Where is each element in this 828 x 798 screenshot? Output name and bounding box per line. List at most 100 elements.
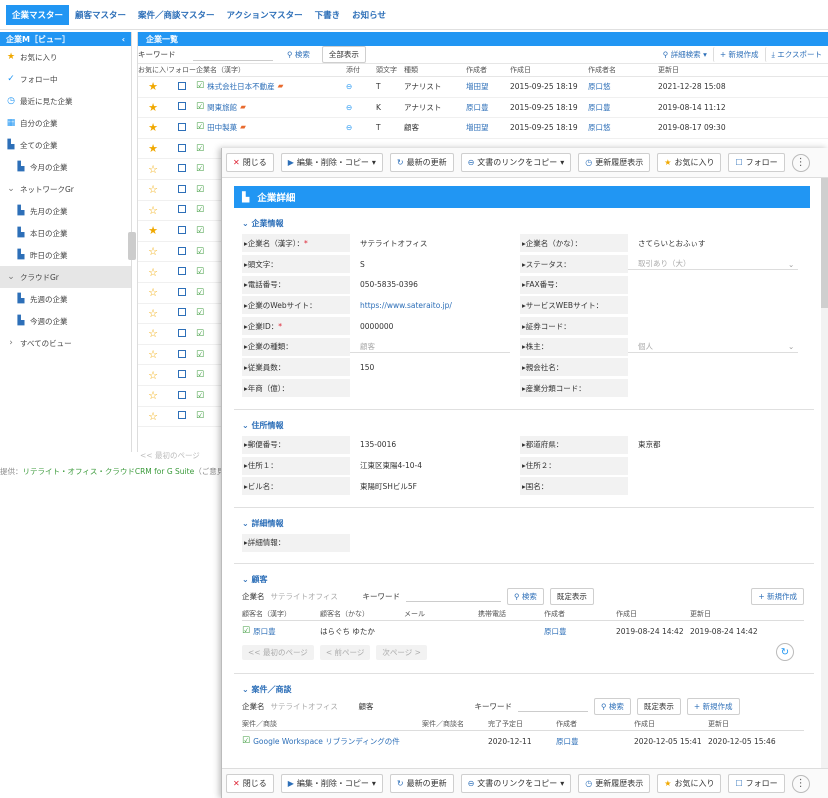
sidebar-item-10[interactable]: ⌄ クラウドGr — [0, 266, 131, 288]
edit-icon[interactable]: ☑ — [196, 391, 204, 401]
edit-icon[interactable]: ☑ — [196, 370, 204, 380]
sidebar-item-4[interactable]: ▙ 全ての企業 — [0, 134, 131, 156]
column-header[interactable]: 頭文字 — [376, 65, 404, 75]
edit-icon[interactable]: ☑ — [196, 308, 204, 318]
star-filled-icon[interactable]: ★ — [138, 224, 168, 237]
panel-resize-handle[interactable] — [128, 232, 136, 260]
column-header[interactable]: 作成者 — [544, 609, 616, 619]
nav-tab-0[interactable]: 企業マスター — [6, 4, 70, 25]
section-address-info[interactable]: ⌄ 住所情報 — [242, 420, 822, 431]
company-name-link[interactable]: 田中製菓 — [207, 122, 237, 133]
edit-icon[interactable]: ☑ — [196, 164, 204, 174]
star-empty-icon[interactable]: ☆ — [138, 245, 168, 258]
edit-button[interactable]: ▶ 編集・削除・コピー ▾ — [280, 153, 383, 172]
follow-checkbox[interactable] — [178, 225, 186, 234]
creator-name-link[interactable]: 原口悠 — [588, 122, 658, 133]
close-button[interactable]: ✕ 閉じる — [226, 153, 274, 172]
creator-link[interactable]: 原口豊 — [544, 626, 616, 637]
column-header[interactable]: 添付 — [346, 65, 376, 75]
edit-button[interactable]: ▶ 編集・削除・コピー ▾ — [280, 774, 383, 793]
nav-tab-5[interactable]: お知らせ — [346, 5, 392, 25]
nav-tab-2[interactable]: 案件／商談マスター — [132, 5, 221, 25]
sidebar-item-8[interactable]: ▙ 本日の企業 — [0, 222, 131, 244]
edit-icon[interactable]: ☑ — [242, 736, 250, 747]
nav-tab-3[interactable]: アクションマスター — [221, 5, 309, 25]
column-header[interactable]: 案件／商談 — [242, 719, 422, 729]
creator-link[interactable]: 原口豊 — [466, 102, 510, 113]
star-empty-icon[interactable]: ☆ — [138, 348, 168, 361]
section-detail-info[interactable]: ⌄ 詳細情報 — [242, 518, 822, 529]
edit-icon[interactable]: ☑ — [196, 288, 204, 298]
column-header[interactable]: 更新日 — [708, 719, 788, 729]
sidebar-item-0[interactable]: ★ お気に入り — [0, 46, 131, 68]
edit-icon[interactable]: ☑ — [196, 226, 204, 236]
column-header[interactable]: 案件／商談名 — [422, 719, 488, 729]
table-row[interactable]: ★ ☑ 株式会社日本不動産 ▰ ⊖ T アナリスト 増田望 2015-09-25 18:19 原口… — [138, 77, 828, 98]
nav-tab-1[interactable]: 顧客マスター — [69, 5, 132, 25]
deal-search-button[interactable]: ⚲ 検索 — [594, 697, 631, 715]
nav-tab-4[interactable]: 下書き — [309, 5, 347, 25]
follow-button[interactable]: ☐ フォロー — [728, 774, 785, 793]
column-header[interactable]: 作成者 — [556, 719, 634, 729]
sidebar-item-6[interactable]: ⌄ ネットワークGr — [0, 178, 131, 200]
edit-icon[interactable]: ☑ — [196, 102, 204, 113]
prev-page-button[interactable]: < 前ページ — [319, 644, 371, 660]
column-header[interactable]: 顧客名（かな） — [320, 609, 404, 619]
column-header[interactable]: メール — [404, 609, 478, 619]
follow-button[interactable]: ☐ フォロー — [728, 153, 785, 172]
sidebar-item-12[interactable]: ▙ 今週の企業 — [0, 310, 131, 332]
table-row[interactable]: ★ ☑ 関東旅館 ▰ ⊖ K アナリスト 原口豊 2015-09-25 18:19 原口豊 2019… — [138, 98, 828, 119]
follow-checkbox[interactable] — [178, 246, 186, 255]
collapse-icon[interactable]: ‹ — [122, 35, 125, 44]
customer-name-link[interactable]: 原口豊 — [253, 626, 276, 637]
column-header[interactable]: 企業名（漢字） — [196, 65, 346, 75]
close-button[interactable]: ✕ 閉じる — [226, 774, 274, 793]
field-value[interactable]: 個人 — [628, 341, 798, 353]
column-header[interactable]: 種類 — [404, 65, 466, 75]
section-customers[interactable]: ⌄ 顧客 — [242, 574, 822, 585]
customer-keyword-input[interactable] — [406, 590, 501, 603]
edit-icon[interactable]: ☑ — [196, 122, 204, 133]
star-filled-icon[interactable]: ★ — [138, 121, 168, 134]
star-empty-icon[interactable]: ☆ — [138, 163, 168, 176]
star-empty-icon[interactable]: ☆ — [138, 410, 168, 423]
new-button[interactable]: + 新規作成 — [712, 47, 765, 62]
star-empty-icon[interactable]: ☆ — [138, 286, 168, 299]
sidebar-item-3[interactable]: ▦ 自分の企業 — [0, 112, 131, 134]
follow-checkbox[interactable] — [178, 122, 186, 131]
more-icon[interactable]: ⋮ — [791, 774, 810, 793]
company-name-link[interactable]: 株式会社日本不動産 — [207, 81, 275, 92]
star-empty-icon[interactable]: ☆ — [138, 369, 168, 382]
star-empty-icon[interactable]: ☆ — [138, 389, 168, 402]
history-button[interactable]: ◷ 更新履歴表示 — [578, 153, 651, 172]
star-empty-icon[interactable]: ☆ — [138, 204, 168, 217]
show-all-button[interactable]: 全部表示 — [321, 46, 366, 63]
edit-icon[interactable]: ☑ — [242, 626, 250, 637]
creator-link[interactable]: 増田望 — [466, 122, 510, 133]
edit-icon[interactable]: ☑ — [196, 350, 204, 360]
follow-checkbox[interactable] — [178, 164, 186, 173]
deal-name-link[interactable]: Google Workspace リブランディングの件 — [253, 736, 400, 747]
list-pager[interactable]: << 最初のページ — [140, 450, 200, 461]
column-header[interactable]: フォロー — [168, 65, 196, 75]
follow-checkbox[interactable] — [178, 308, 186, 317]
edit-icon[interactable]: ☑ — [196, 144, 204, 154]
column-header[interactable]: 作成日 — [616, 609, 690, 619]
column-header[interactable]: 更新日 — [690, 609, 770, 619]
column-header[interactable]: 作成日 — [510, 65, 588, 75]
column-header[interactable]: 作成者 — [466, 65, 510, 75]
follow-checkbox[interactable] — [178, 370, 186, 379]
customer-search-button[interactable]: ⚲ 検索 — [507, 587, 544, 605]
company-name-link[interactable]: 関東旅館 — [207, 102, 237, 113]
column-header[interactable]: 更新日 — [658, 65, 738, 75]
edit-icon[interactable]: ☑ — [196, 267, 204, 277]
sidebar-item-5[interactable]: ▙ 今月の企業 — [0, 156, 131, 178]
column-header[interactable]: 携帯電話 — [478, 609, 544, 619]
deal-new-button[interactable]: + 新規作成 — [686, 697, 740, 715]
history-button[interactable]: ◷ 更新履歴表示 — [578, 774, 651, 793]
follow-checkbox[interactable] — [178, 287, 186, 296]
table-row[interactable]: ☑ Google Workspace リブランディングの件 2020-12-11 原口… — [242, 731, 804, 751]
export-button[interactable]: ⤓ エクスポート — [764, 47, 828, 62]
edit-icon[interactable]: ☑ — [196, 205, 204, 215]
sidebar-item-11[interactable]: ▙ 先週の企業 — [0, 288, 131, 310]
